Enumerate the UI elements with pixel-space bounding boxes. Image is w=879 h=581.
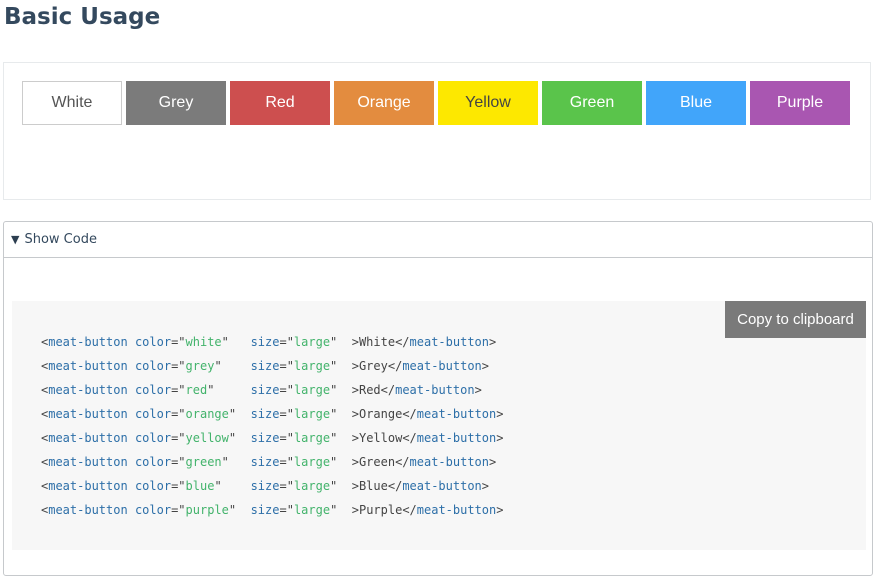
code-color-value: purple: [185, 503, 229, 517]
code-size-value: large: [293, 455, 331, 469]
meat-button-grey[interactable]: Grey: [126, 81, 226, 125]
meat-button-purple[interactable]: Purple: [750, 81, 850, 125]
show-code-label: Show Code: [24, 232, 97, 247]
code-line: <meat-button color="green" size="large" …: [41, 455, 497, 469]
code-line: <meat-button color="blue" size="large" >…: [41, 479, 490, 493]
meat-button-blue[interactable]: Blue: [646, 81, 746, 125]
code-inner-text: Red: [358, 383, 381, 397]
code-line: <meat-button color="red" size="large" >R…: [41, 383, 482, 397]
meat-button-orange[interactable]: Orange: [334, 81, 434, 125]
code-line: <meat-button color="purple" size="large"…: [41, 503, 504, 517]
code-size-value: large: [293, 431, 331, 445]
code-color-value: yellow: [185, 431, 229, 445]
code-inner-text: Yellow: [358, 431, 403, 445]
code-size-value: large: [293, 407, 331, 421]
code-line: <meat-button color="white" size="large" …: [41, 335, 497, 349]
code-color-value: white: [185, 335, 222, 349]
code-color-value: blue: [185, 479, 215, 493]
meat-button-red[interactable]: Red: [230, 81, 330, 125]
code-size-value: large: [293, 479, 331, 493]
code-size-value: large: [293, 383, 331, 397]
code-block: <meat-button color="white" size="large" …: [41, 330, 504, 522]
code-color-value: orange: [185, 407, 229, 421]
meat-button-yellow[interactable]: Yellow: [438, 81, 538, 125]
code-line: <meat-button color="orange" size="large"…: [41, 407, 504, 421]
copy-to-clipboard-button[interactable]: Copy to clipboard: [725, 301, 866, 338]
code-inner-text: Blue: [358, 479, 388, 493]
triangle-down-icon: ▼: [11, 233, 20, 246]
code-inner-text: White: [358, 335, 396, 349]
code-inner-text: Purple: [358, 503, 403, 517]
code-panel: Copy to clipboard <meat-button color="wh…: [12, 301, 866, 550]
demo-preview: White Grey Red Orange Yellow Green Blue Purple: [3, 62, 871, 200]
code-size-value: large: [293, 335, 331, 349]
code-line: <meat-button color="grey" size="large" >…: [41, 359, 490, 373]
meat-button-green[interactable]: Green: [542, 81, 642, 125]
code-size-value: large: [293, 503, 331, 517]
show-code-toggle[interactable]: ▼ Show Code: [4, 222, 872, 258]
code-inner-text: Orange: [358, 407, 403, 421]
code-color-value: red: [185, 383, 208, 397]
button-row: White Grey Red Orange Yellow Green Blue Purple: [22, 81, 850, 125]
page-title: Basic Usage: [4, 4, 161, 30]
code-inner-text: Green: [358, 455, 396, 469]
code-inner-text: Grey: [358, 359, 388, 373]
code-color-value: green: [185, 455, 222, 469]
code-line: <meat-button color="yellow" size="large"…: [41, 431, 504, 445]
meat-button-white[interactable]: White: [22, 81, 122, 125]
code-color-value: grey: [185, 359, 215, 373]
code-size-value: large: [293, 359, 331, 373]
code-section: ▼ Show Code Copy to clipboard <meat-butt…: [3, 221, 873, 576]
